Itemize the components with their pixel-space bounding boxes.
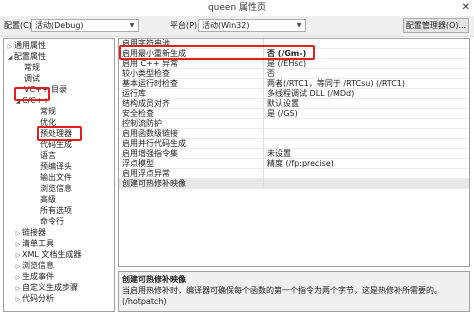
tree-node-label: 语言 (40, 151, 56, 160)
property-grid: 启用字符串池 启用最小重新生成否 (/Gm-) 启用 C++ 异常是 (/EHs… (118, 38, 470, 267)
tree-node-label: 预编译头 (40, 162, 72, 171)
tree-node-config-props[interactable]: ◢ 配置属性 (6, 51, 46, 62)
property-name: 运行库 (119, 89, 264, 99)
property-name: 结构成员对齐 (119, 99, 264, 109)
property-name: 安全检查 (119, 109, 264, 119)
platform-label: 平台(P): (170, 21, 200, 30)
tree-node-debugging[interactable]: 调试 (24, 73, 40, 84)
tree-node-label: 生成事件 (22, 272, 54, 281)
tree-node-browse-info-top[interactable]: ▷ 浏览信息 (14, 260, 54, 271)
property-value: 两者(/RTC1，等同于 /RTCsu) (/RTC1) (267, 79, 406, 88)
tree-node-manifest-tool[interactable]: ▷ 清单工具 (14, 238, 54, 249)
property-value: 否 (267, 69, 275, 78)
config-label: 配置(C): (4, 21, 35, 30)
property-value: 默认设置 (267, 99, 299, 108)
property-name: 创建可热修补映像 (119, 179, 264, 189)
tree-node-browse-info[interactable]: 浏览信息 (40, 183, 72, 194)
property-row[interactable]: 控制流防护 (119, 119, 469, 129)
tree-node-build-events[interactable]: ▷ 生成事件 (14, 271, 54, 282)
property-tree: ▷ 通用属性 ◢ 配置属性 常规 调试 VC++ 目录 ◢ C/C++ 常规 优化 预… (3, 38, 115, 312)
property-row[interactable]: 启用浮点异常 (119, 169, 469, 179)
property-name: 启用并行代码生成 (119, 139, 264, 149)
property-row[interactable]: 结构成员对齐 默认设置 (119, 99, 469, 109)
property-name: 启用浮点异常 (119, 169, 264, 179)
property-name: 启用增强指令集 (119, 149, 264, 159)
property-row[interactable]: 基本运行时检查 两者(/RTC1，等同于 /RTCsu) (/RTC1) (119, 79, 469, 89)
tree-node-label: XML 文档生成器 (22, 250, 82, 259)
tree-node-label: 高级 (40, 195, 56, 204)
tree-node-label: 浏览信息 (22, 261, 54, 270)
property-row[interactable]: 浮点模型 精度 (/fp:precise) (119, 159, 469, 169)
property-name: 控制流防护 (119, 119, 264, 129)
tree-node-label: 调试 (24, 74, 40, 83)
tree-node-label: 命令行 (40, 217, 64, 226)
config-value: 活动(Debug) (35, 21, 84, 30)
tree-node-label: 清单工具 (22, 239, 54, 248)
tree-node-all-options[interactable]: 所有选项 (40, 205, 72, 216)
tree-node-label: 常规 (40, 107, 56, 116)
tree-node-label: 输出文件 (40, 173, 72, 182)
property-row-selected[interactable]: 创建可热修补映像 (119, 179, 469, 189)
highlight-c-cpp (14, 87, 50, 101)
property-name: 基本运行时检查 (119, 79, 264, 89)
property-name: 较小类型检查 (119, 69, 264, 79)
property-value: 是 (/EHsc) (267, 59, 307, 68)
platform-value: 活动(Win32) (202, 21, 250, 30)
property-name: 启用函数级链接 (119, 129, 264, 139)
tree-node-label: 常规 (24, 63, 40, 72)
description-pane: 创建可热修补映像 当启用热修补时，编译器可确保每个函数的第一个指令为两个字节，这… (118, 271, 470, 312)
tree-node-cc-general[interactable]: 常规 (40, 106, 56, 117)
property-row[interactable]: 启用 C++ 异常是 (/EHsc) (119, 59, 469, 69)
property-row[interactable]: 启用函数级链接 (119, 129, 469, 139)
property-value: 精度 (/fp:precise) (267, 159, 334, 168)
property-row[interactable]: 启用并行代码生成 (119, 139, 469, 149)
tree-node-label: 代码生成 (40, 140, 72, 149)
property-value: 是 (/GS) (267, 109, 298, 118)
highlight-min-rebuild (119, 45, 315, 60)
description-title: 创建可热修补映像 (122, 275, 186, 284)
property-name: 浮点模型 (119, 159, 264, 169)
expand-icon: ▷ (15, 296, 21, 303)
tree-node-label: 通用属性 (14, 41, 46, 50)
property-value: 多线程调试 DLL (/MDd) (267, 89, 355, 98)
property-row[interactable]: 启用增强指令集 未设置 (119, 149, 469, 159)
tree-node-precompiled-headers[interactable]: 预编译头 (40, 161, 72, 172)
property-row[interactable]: 较小类型检查否 (119, 69, 469, 79)
property-row[interactable]: 运行库 多线程调试 DLL (/MDd) (119, 89, 469, 99)
config-combo[interactable]: 活动(Debug) ▼ (31, 19, 139, 32)
config-toolbar: 配置(C): 活动(Debug) ▼ 平台(P): 活动(Win32) ▼ 配置… (0, 16, 474, 37)
tree-node-general[interactable]: 常规 (24, 62, 40, 73)
config-manager-button[interactable]: 配置管理器(O)... (403, 18, 469, 33)
chevron-down-icon: ▼ (296, 22, 302, 29)
property-row[interactable]: 安全检查是 (/GS) (119, 109, 469, 119)
tree-node-label: 链接器 (22, 228, 46, 237)
tree-node-label: 自定义生成步骤 (22, 283, 78, 292)
tree-node-linker[interactable]: ▷ 链接器 (14, 227, 46, 238)
tree-node-advanced[interactable]: 高级 (40, 194, 56, 205)
chevron-down-icon: ▼ (129, 22, 135, 29)
tree-node-code-analysis[interactable]: ▷ 代码分析 (14, 293, 54, 304)
tree-node-language[interactable]: 语言 (40, 150, 56, 161)
tree-node-label: 配置属性 (14, 52, 46, 61)
title-bar: queen 属性页 ✕ (0, 0, 474, 16)
property-name: 启用 C++ 异常 (119, 59, 264, 69)
description-body: 当启用热修补时，编译器可确保每个函数的第一个指令为两个字节，这是热修补所需要的。… (122, 286, 442, 306)
tree-node-label: 所有选项 (40, 206, 72, 215)
platform-combo[interactable]: 活动(Win32) ▼ (198, 19, 306, 32)
property-value: 未设置 (267, 149, 291, 158)
tree-node-output-files[interactable]: 输出文件 (40, 172, 72, 183)
tree-node-command-line[interactable]: 命令行 (40, 216, 64, 227)
tree-node-label: 浏览信息 (40, 184, 72, 193)
close-icon[interactable]: ✕ (462, 2, 470, 14)
collapse-icon: ◢ (7, 54, 13, 61)
tree-node-common-props[interactable]: ▷ 通用属性 (6, 40, 46, 51)
tree-node-xml-doc-generator[interactable]: ▷ XML 文档生成器 (14, 249, 82, 260)
tree-node-custom-build-step[interactable]: ▷ 自定义生成步骤 (14, 282, 78, 293)
window-title: queen 属性页 (207, 3, 267, 13)
tree-node-label: 代码分析 (22, 294, 54, 303)
highlight-code-generation (37, 126, 82, 141)
